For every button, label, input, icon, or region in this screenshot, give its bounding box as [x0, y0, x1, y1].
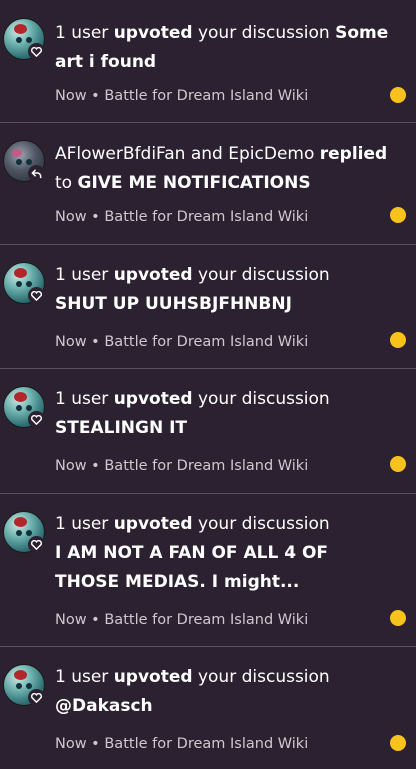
unread-indicator[interactable]	[390, 207, 406, 223]
unread-indicator[interactable]	[390, 332, 406, 348]
discussion-title: @Dakasch	[55, 696, 153, 716]
notification-item[interactable]: 1 user upvoted your discussion SHUT UP UU…	[0, 245, 416, 369]
community-name: Battle for Dream Island Wiki	[104, 88, 309, 104]
community-name: Battle for Dream Island Wiki	[104, 612, 309, 628]
heart-icon	[28, 411, 45, 428]
notification-meta: Now • Battle for Dream Island Wiki	[55, 458, 309, 474]
user-avatar[interactable]	[3, 18, 45, 60]
heart-icon	[28, 689, 45, 706]
notification-item[interactable]: 1 user upvoted your discussion I AM NOT A…	[0, 494, 416, 647]
community-name: Battle for Dream Island Wiki	[104, 458, 309, 474]
community-name: Battle for Dream Island Wiki	[104, 334, 309, 350]
notification-item[interactable]: 1 user upvoted your discussion @Dakasch N…	[0, 647, 416, 769]
discussion-title: STEALINGN IT	[55, 418, 188, 438]
notification-meta: Now • Battle for Dream Island Wiki	[55, 209, 309, 225]
notification-text[interactable]: 1 user upvoted your discussion SHUT UP UU…	[55, 261, 396, 319]
notification-item[interactable]: 1 user upvoted your discussion STEALINGN …	[0, 369, 416, 494]
heart-icon	[28, 287, 45, 304]
notification-item[interactable]: 1 user upvoted your discussion Some art …	[0, 0, 416, 123]
community-name: Battle for Dream Island Wiki	[104, 736, 309, 752]
notification-list: 1 user upvoted your discussion Some art …	[0, 0, 416, 769]
notification-text[interactable]: 1 user upvoted your discussion Some art …	[55, 19, 396, 77]
user-avatar[interactable]	[3, 140, 45, 182]
notification-text[interactable]: 1 user upvoted your discussion STEALINGN …	[55, 385, 396, 443]
heart-icon	[28, 43, 45, 60]
user-avatar[interactable]	[3, 262, 45, 304]
community-name: Battle for Dream Island Wiki	[104, 209, 309, 225]
unread-indicator[interactable]	[390, 87, 406, 103]
discussion-title: GIVE ME NOTIFICATIONS	[77, 173, 311, 193]
user-avatar[interactable]	[3, 664, 45, 706]
unread-indicator[interactable]	[390, 735, 406, 751]
unread-indicator[interactable]	[390, 610, 406, 626]
discussion-title: SHUT UP UUHSBJFHNBNJ	[55, 294, 292, 314]
discussion-title: I AM NOT A FAN OF ALL 4 OF THOSE MEDIAS.…	[55, 543, 329, 592]
notification-meta: Now • Battle for Dream Island Wiki	[55, 612, 309, 628]
notification-meta: Now • Battle for Dream Island Wiki	[55, 736, 309, 752]
notification-text[interactable]: 1 user upvoted your discussion I AM NOT A…	[55, 510, 396, 597]
user-avatar[interactable]	[3, 511, 45, 553]
reply-arrow-icon	[28, 165, 45, 182]
notification-item[interactable]: AFlowerBfdiFan and EpicDemo replied to G…	[0, 123, 416, 245]
notification-text[interactable]: AFlowerBfdiFan and EpicDemo replied to G…	[55, 140, 396, 198]
user-avatar[interactable]	[3, 386, 45, 428]
heart-icon	[28, 536, 45, 553]
notification-text[interactable]: 1 user upvoted your discussion @Dakasch	[55, 663, 396, 721]
unread-indicator[interactable]	[390, 456, 406, 472]
notification-meta: Now • Battle for Dream Island Wiki	[55, 88, 309, 104]
notification-meta: Now • Battle for Dream Island Wiki	[55, 334, 309, 350]
